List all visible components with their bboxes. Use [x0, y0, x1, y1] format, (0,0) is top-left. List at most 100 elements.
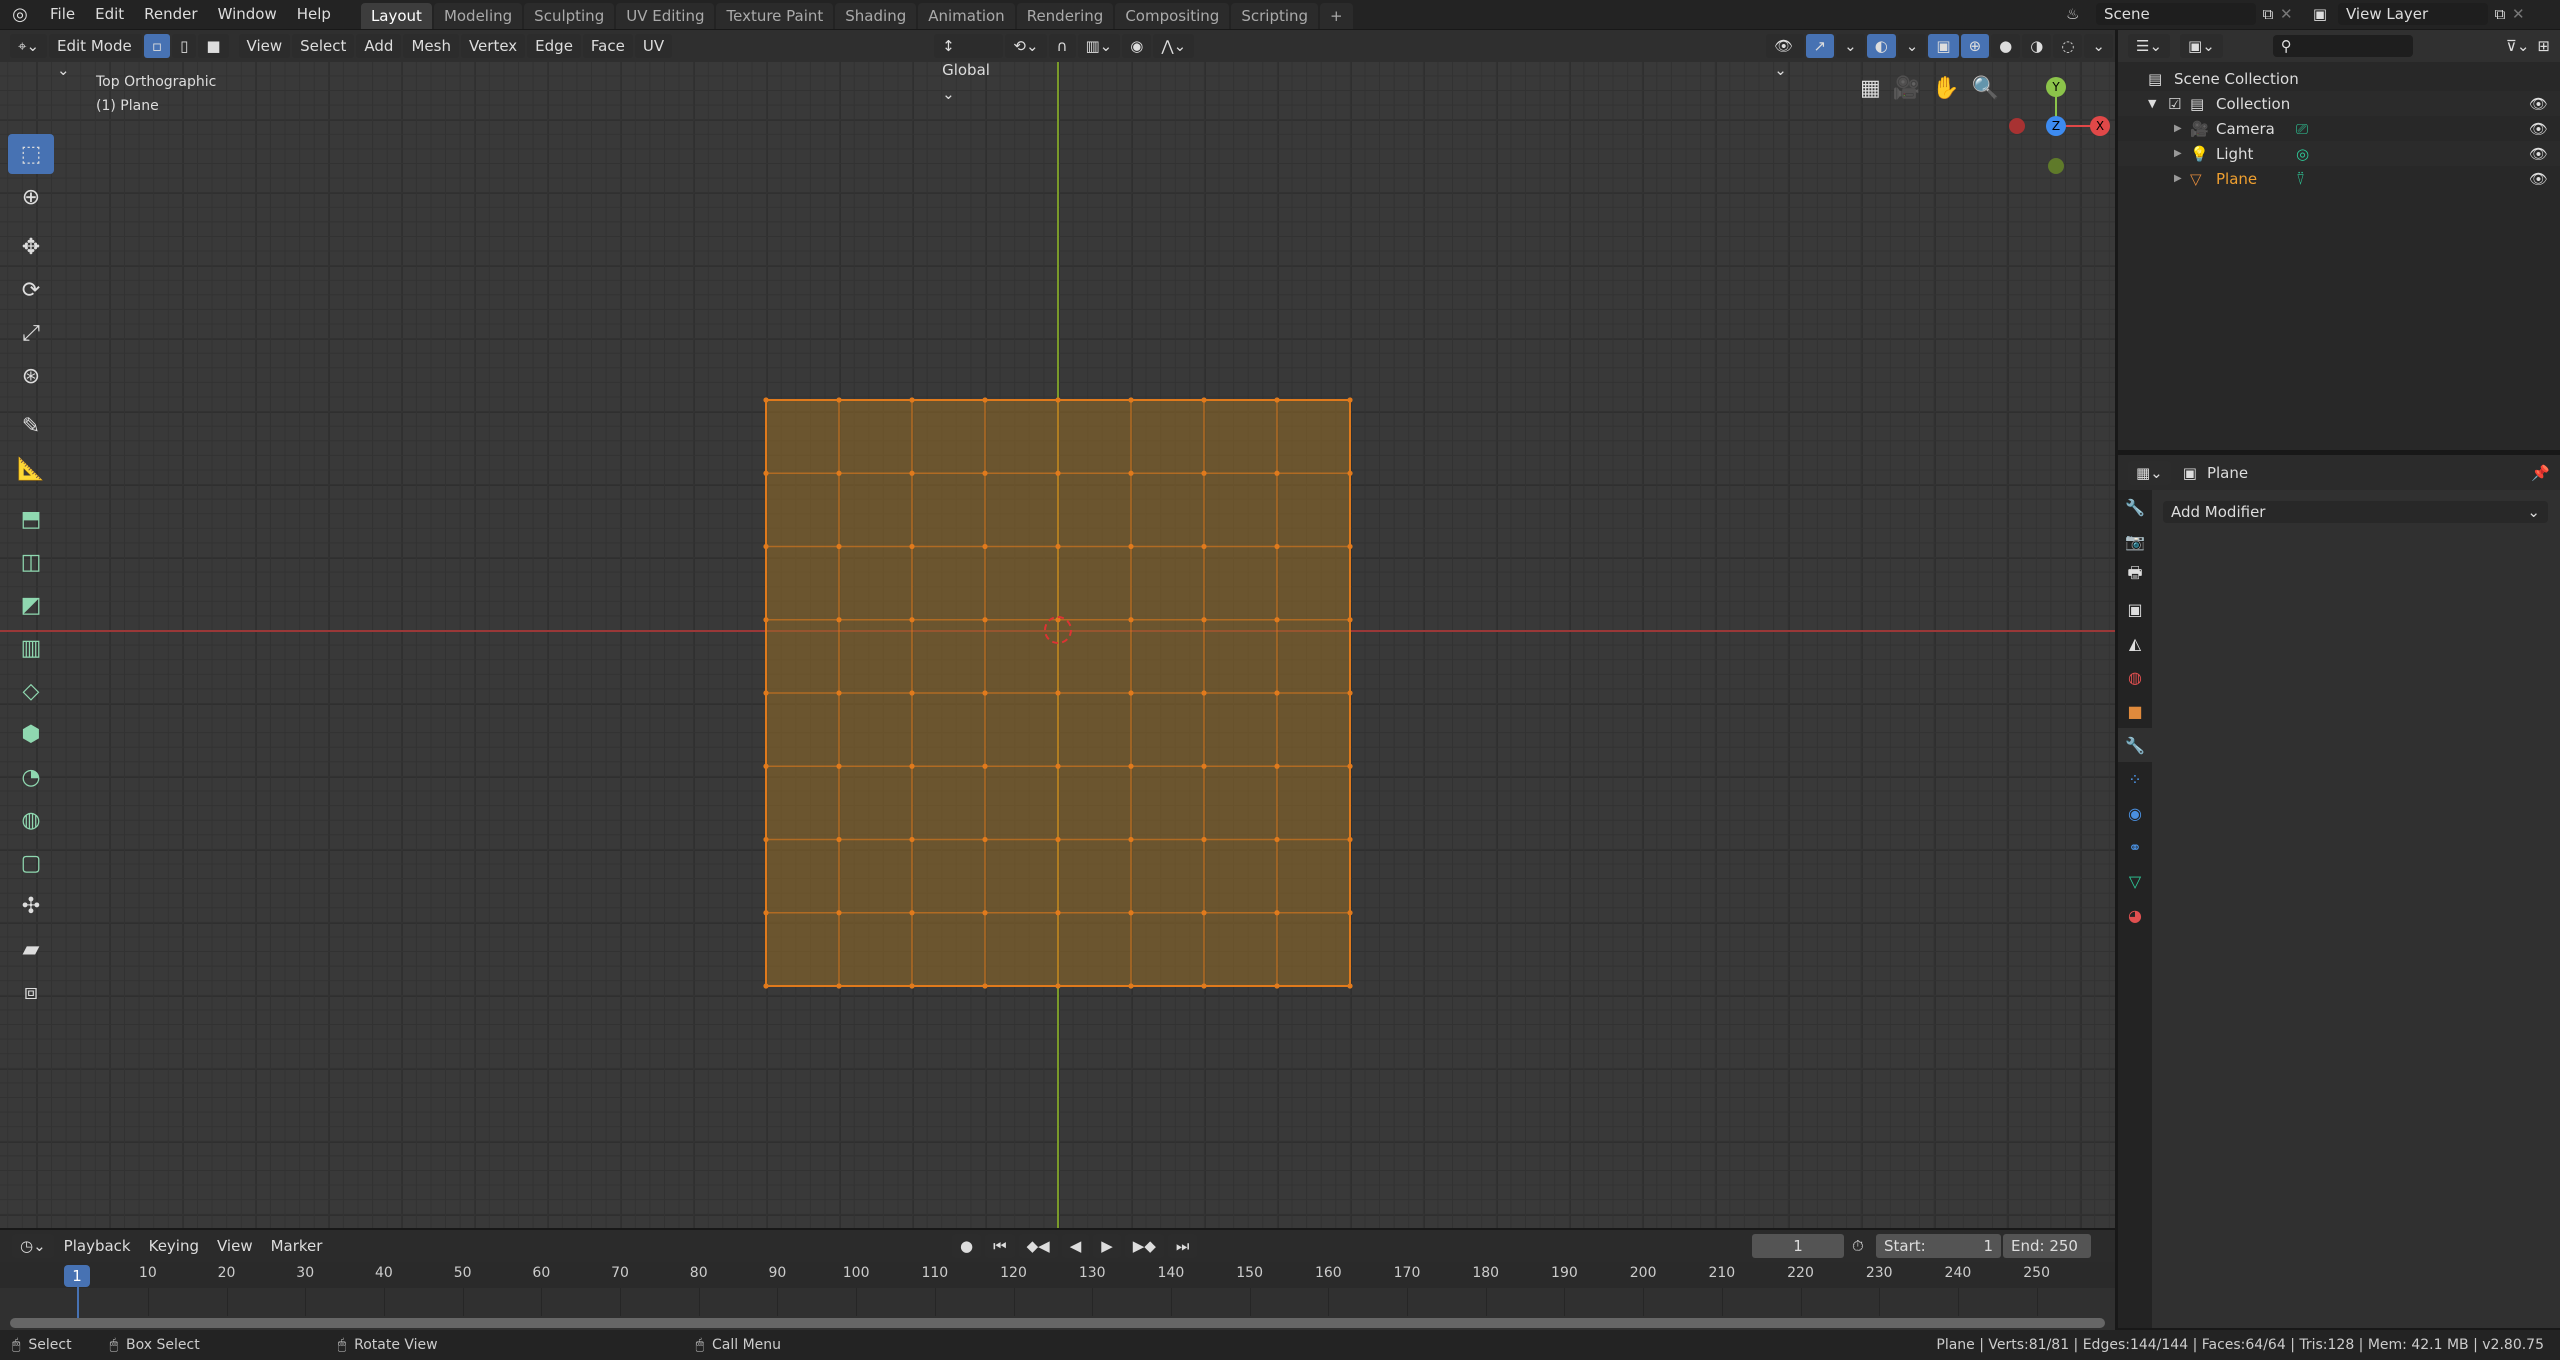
tab-texture-paint[interactable]: Texture Paint — [716, 3, 834, 29]
mesh-vertex[interactable] — [982, 543, 988, 550]
material-shading-icon[interactable]: ◑ — [2022, 34, 2052, 58]
mesh-vertex[interactable] — [1274, 470, 1280, 476]
navigation-gizmo[interactable]: Y X Z — [1995, 72, 2115, 182]
jump-end-icon[interactable]: ⏭ — [1167, 1234, 1198, 1258]
bevel-tool-icon[interactable]: ◩ — [8, 585, 54, 625]
mesh-vertex[interactable] — [1128, 543, 1134, 550]
timeline-menu-view[interactable]: View — [209, 1234, 261, 1258]
visibility-icon[interactable]: 👁⌄ — [1766, 34, 1804, 79]
mesh-vertex[interactable] — [1055, 910, 1061, 916]
overlay-menu-icon[interactable]: ⌄ — [1897, 34, 1927, 58]
play-reverse-icon[interactable]: ◀ — [1061, 1234, 1090, 1258]
shear-tool-icon[interactable]: ▰ — [8, 929, 54, 969]
menu-select[interactable]: Select — [292, 34, 355, 58]
mesh-vertex[interactable] — [909, 763, 915, 769]
mesh-vertex[interactable] — [1055, 690, 1061, 696]
filter-icon[interactable]: ⊽⌄ — [2506, 37, 2530, 55]
extrude-tool-icon[interactable]: ⬒ — [8, 499, 54, 539]
edge-select-icon[interactable]: ▯ — [172, 34, 197, 58]
mesh-vertex[interactable] — [1128, 617, 1134, 623]
constraints-tab-icon[interactable]: ⚭ — [2118, 830, 2152, 864]
start-frame-field[interactable]: Start: 1 — [1876, 1234, 2001, 1258]
spin-tool-icon[interactable]: ◔ — [8, 757, 54, 797]
menu-view[interactable]: View — [238, 34, 291, 58]
mesh-vertex[interactable] — [1347, 836, 1353, 843]
menu-file[interactable]: File — [40, 0, 85, 29]
mesh-vertex[interactable] — [763, 690, 769, 696]
view-layer-field[interactable]: View Layer — [2338, 3, 2488, 25]
mesh-vertex[interactable] — [836, 983, 842, 989]
mesh-vertex[interactable] — [763, 617, 769, 623]
mesh-vertex[interactable] — [1055, 470, 1061, 476]
camera-view-icon[interactable]: 🎥 — [1893, 76, 1920, 101]
mesh-vertex[interactable] — [763, 763, 769, 769]
mesh-vertex[interactable] — [1201, 836, 1207, 843]
mesh-vertex[interactable] — [982, 397, 988, 403]
data-icon[interactable]: ⎚ — [2296, 120, 2308, 138]
mesh-vertex[interactable] — [836, 763, 842, 769]
tab-compositing[interactable]: Compositing — [1115, 3, 1230, 29]
mesh-vertex[interactable] — [1274, 397, 1280, 403]
particles-tab-icon[interactable]: ⁘ — [2118, 762, 2152, 796]
mesh-vertex[interactable] — [763, 836, 769, 843]
menu-uv[interactable]: UV — [634, 34, 673, 58]
timeline-menu-keying[interactable]: Keying — [141, 1234, 207, 1258]
vertex-select-icon[interactable]: ▫ — [143, 34, 171, 58]
mesh-vertex[interactable] — [982, 836, 988, 843]
blender-logo-icon[interactable]: ◎ — [0, 4, 40, 25]
mesh-vertex[interactable] — [763, 543, 769, 550]
gizmo-menu-icon[interactable]: ⌄ — [1836, 34, 1865, 58]
snap-icon[interactable]: ∩ — [1048, 34, 1076, 58]
menu-help[interactable]: Help — [287, 0, 341, 29]
transform-tool-icon[interactable]: ⊛ — [8, 356, 54, 396]
mesh-vertex[interactable] — [763, 910, 769, 916]
mesh-vertex[interactable] — [982, 983, 988, 989]
menu-edge[interactable]: Edge — [527, 34, 581, 58]
checkbox-icon[interactable]: ☑ — [2168, 95, 2190, 113]
mesh-vertex[interactable] — [1347, 397, 1353, 403]
mesh-vertex[interactable] — [1201, 763, 1207, 769]
mesh-vertex[interactable] — [1347, 543, 1353, 550]
tab-animation[interactable]: Animation — [918, 3, 1015, 29]
mesh-vertex[interactable] — [1128, 910, 1134, 916]
outliner-item-light[interactable]: ▶ 💡 Light ◎ 👁 — [2118, 141, 2560, 166]
mesh-vertex[interactable] — [1128, 836, 1134, 843]
move-tool-icon[interactable]: ✥ — [8, 227, 54, 267]
tab-shading[interactable]: Shading — [835, 3, 917, 29]
timeline-scrollbar[interactable] — [10, 1318, 2105, 1328]
tab-scripting[interactable]: Scripting — [1231, 3, 1319, 29]
poly-build-tool-icon[interactable]: ⬢ — [8, 714, 54, 754]
mesh-vertex[interactable] — [1055, 983, 1061, 989]
mesh-vertex[interactable] — [1201, 617, 1207, 623]
physics-tab-icon[interactable]: ◉ — [2118, 796, 2152, 830]
overlay-toggle-icon[interactable]: ◐ — [1866, 34, 1896, 58]
tab-uv-editing[interactable]: UV Editing — [616, 3, 715, 29]
scale-tool-icon[interactable]: ⤢ — [8, 313, 54, 353]
mesh-vertex[interactable] — [1274, 543, 1280, 550]
mesh-vertex[interactable] — [1347, 763, 1353, 769]
wireframe-shading-icon[interactable]: ⊕ — [1960, 34, 1990, 58]
jump-start-icon[interactable]: ⏮ — [985, 1234, 1015, 1258]
expand-arrow-icon[interactable]: ▶ — [2174, 173, 2190, 184]
mesh-vertex[interactable] — [763, 983, 769, 989]
rendered-shading-icon[interactable]: ◌ — [2053, 34, 2083, 58]
remove-scene-icon[interactable]: ✕ — [2280, 5, 2302, 23]
menu-vertex[interactable]: Vertex — [460, 34, 526, 58]
mesh-vertex[interactable] — [1274, 910, 1280, 916]
tab-modeling[interactable]: Modeling — [433, 3, 523, 29]
mesh-vertex[interactable] — [1274, 690, 1280, 696]
mesh-vertex[interactable] — [1347, 983, 1353, 989]
object-tab-icon[interactable]: ■ — [2118, 694, 2152, 728]
select-box-tool-icon[interactable]: ⬚ — [8, 134, 54, 174]
mesh-vertex[interactable] — [1201, 910, 1207, 916]
mesh-vertex[interactable] — [909, 983, 915, 989]
object-data-tab-icon[interactable]: ▽ — [2118, 864, 2152, 898]
mesh-vertex[interactable] — [836, 690, 842, 696]
new-view-layer-icon[interactable]: ⧉ — [2488, 5, 2512, 23]
outliner-item-plane[interactable]: ▶ ▽ Plane ⍢ 👁 — [2118, 166, 2560, 191]
mesh-vertex[interactable] — [982, 470, 988, 476]
preview-range-icon[interactable]: ⏱ — [1852, 1237, 1864, 1255]
menu-render[interactable]: Render — [134, 0, 207, 29]
3d-viewport[interactable]: Top Orthographic (1) Plane ▦ 🎥 ✋ 🔍 Y X Z… — [0, 62, 2115, 1228]
mesh-vertex[interactable] — [909, 617, 915, 623]
